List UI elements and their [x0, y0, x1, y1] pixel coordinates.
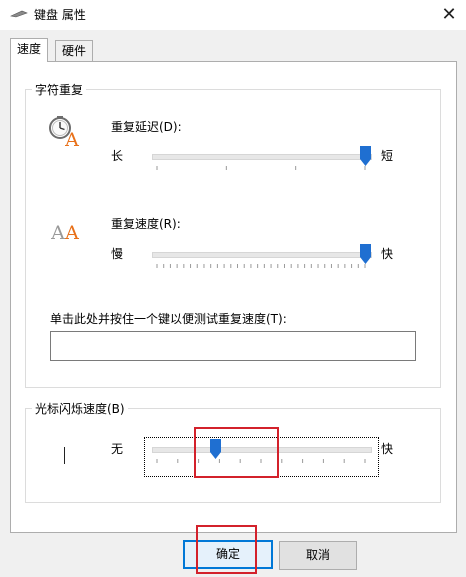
repeat-delay-slider-track[interactable]	[152, 154, 372, 160]
svg-text:A: A	[50, 222, 65, 244]
repeat-delay-slider-thumb[interactable]	[359, 146, 371, 166]
repeat-rate-min-label: 慢	[111, 247, 124, 261]
repeat-rate-icon: A A	[50, 222, 79, 244]
cancel-button-label: 取消	[305, 548, 330, 562]
repeat-delay-min-label: 长	[111, 149, 124, 163]
repeat-test-label: 单击此处并按住一个键以便测试重复速度(T):	[50, 312, 287, 326]
keyboard-icon	[10, 10, 28, 18]
repeat-rate-slider-track[interactable]	[152, 252, 372, 258]
close-icon: ✕	[441, 4, 457, 25]
close-button[interactable]: ✕	[436, 3, 462, 27]
repeat-delay-ticks	[156, 166, 366, 170]
repeat-rate-label: 重复速度(R):	[111, 217, 181, 231]
cursor-blink-max-label: 快	[381, 442, 394, 456]
repeat-test-field[interactable]	[50, 331, 416, 361]
repeat-delay-icon: A	[49, 116, 79, 150]
repeat-delay-max-label: 短	[381, 149, 394, 163]
cursor-preview	[64, 447, 65, 464]
svg-text:A: A	[64, 222, 79, 244]
character-repeat-group-title: 字符重复	[32, 81, 87, 98]
tab-hardware[interactable]: 硬件	[55, 40, 94, 62]
cursor-blink-group-title: 光标闪烁速度(B)	[32, 400, 128, 417]
svg-text:A: A	[64, 129, 79, 150]
tab-speed[interactable]: 速度	[10, 38, 49, 62]
cancel-button[interactable]: 取消	[279, 541, 357, 570]
window-title: 键盘 属性	[34, 8, 86, 22]
tab-hardware-label: 硬件	[62, 44, 87, 58]
repeat-rate-ticks	[156, 264, 366, 268]
repeat-rate-slider-thumb[interactable]	[359, 244, 371, 264]
repeat-rate-max-label: 快	[381, 247, 394, 261]
repeat-delay-label: 重复延迟(D):	[111, 120, 182, 134]
cursor-blink-min-label: 无	[111, 442, 124, 456]
highlight-box-slider	[194, 427, 279, 478]
tab-speed-label: 速度	[17, 42, 42, 56]
highlight-box-ok	[196, 525, 257, 574]
